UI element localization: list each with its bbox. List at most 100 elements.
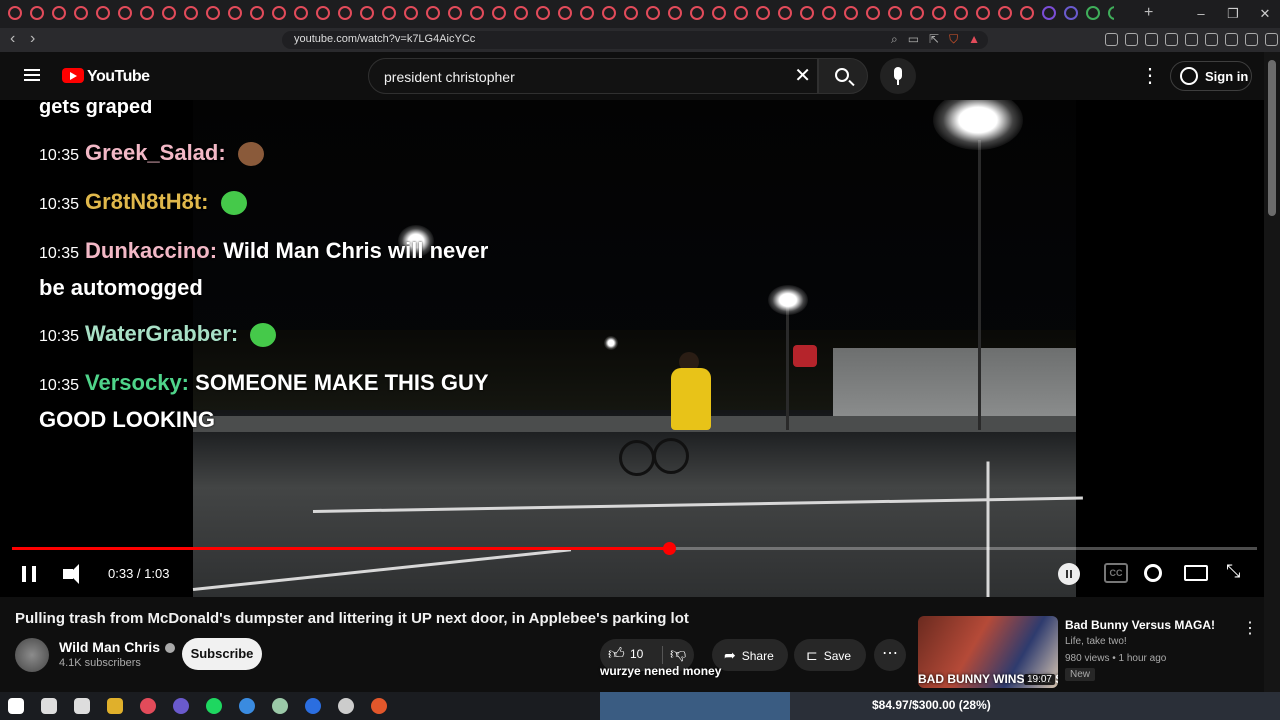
browser-menu-icon[interactable]: [1265, 33, 1278, 46]
browser-tab-favicon[interactable]: [756, 6, 770, 20]
browser-tab-favicon[interactable]: [206, 6, 220, 20]
browser-tab-favicon[interactable]: [844, 6, 858, 20]
autoplay-toggle[interactable]: [1058, 563, 1080, 585]
browser-tab-favicon[interactable]: [1064, 6, 1078, 20]
new-tab-button[interactable]: +: [1144, 4, 1153, 22]
dislike-icon[interactable]: 👎︎: [670, 645, 686, 664]
share-button[interactable]: ➦ Share: [712, 639, 788, 671]
browser-tab-favicon[interactable]: [228, 6, 242, 20]
address-bar[interactable]: youtube.com/watch?v=k7LG4AicYCc ⌕ ▭ ⇱ ⛉ …: [282, 31, 988, 49]
minimize-button[interactable]: –: [1186, 0, 1216, 28]
volume-icon[interactable]: [63, 564, 79, 584]
browser-tab-favicon[interactable]: [668, 6, 682, 20]
browser-tab-favicon[interactable]: [338, 6, 352, 20]
browser-tab-favicon[interactable]: [8, 6, 22, 20]
extension-icon[interactable]: [1145, 33, 1158, 46]
browser-tab-favicon[interactable]: [448, 6, 462, 20]
back-icon[interactable]: ‹: [10, 30, 15, 48]
menu-icon[interactable]: [24, 69, 40, 81]
browser-tab-favicon[interactable]: [52, 6, 66, 20]
channel-avatar[interactable]: [15, 638, 49, 672]
browser-tab-favicon[interactable]: [822, 6, 836, 20]
taskbar-app-icon[interactable]: [371, 698, 387, 714]
taskbar-app-icon[interactable]: [239, 698, 255, 714]
browser-tab-favicon[interactable]: [580, 6, 594, 20]
browser-tab-favicon[interactable]: [690, 6, 704, 20]
browser-tab-favicon[interactable]: [976, 6, 990, 20]
subscribe-button[interactable]: Subscribe: [182, 638, 262, 670]
browser-tab-favicon[interactable]: [1020, 6, 1034, 20]
browser-tab-favicon[interactable]: [30, 6, 44, 20]
captions-button[interactable]: CC: [1104, 563, 1128, 583]
browser-tab-favicon[interactable]: [1086, 6, 1100, 20]
taskbar-app-icon[interactable]: [272, 698, 288, 714]
browser-tab-favicon[interactable]: [998, 6, 1012, 20]
fullscreen-icon[interactable]: ⤡: [1226, 561, 1250, 581]
browser-tab-favicon[interactable]: [294, 6, 308, 20]
share-page-icon[interactable]: ⇱: [929, 32, 939, 47]
save-button[interactable]: ⊏ Save: [794, 639, 866, 671]
scrollbar-thumb[interactable]: [1268, 60, 1276, 216]
clear-search-icon[interactable]: ✕: [794, 63, 811, 88]
pause-icon[interactable]: [22, 566, 36, 582]
extension-icon[interactable]: [1105, 33, 1118, 46]
browser-tab-favicon[interactable]: [514, 6, 528, 20]
start-icon[interactable]: [8, 698, 24, 714]
browser-tab-favicon[interactable]: [1108, 6, 1114, 20]
extension-icon[interactable]: [1225, 33, 1238, 46]
recommendation-thumbnail[interactable]: BAD BUNNY WINS THE SUPERBOWL 19:07: [918, 616, 1058, 688]
taskbar-app-icon[interactable]: [107, 698, 123, 714]
taskbar-app-icon[interactable]: [140, 698, 156, 714]
channel-name-text[interactable]: Wild Man Chris: [59, 639, 160, 655]
extension-icon[interactable]: [1125, 33, 1138, 46]
browser-tab-favicon[interactable]: [96, 6, 110, 20]
recommendation-channel[interactable]: Life, take two!: [1065, 636, 1127, 647]
browser-tab-favicon[interactable]: [404, 6, 418, 20]
browser-tab-favicon[interactable]: [712, 6, 726, 20]
seek-bar[interactable]: [12, 542, 1257, 555]
extension-icon[interactable]: [1245, 33, 1258, 46]
browser-tab-favicon[interactable]: [118, 6, 132, 20]
browser-tab-favicon[interactable]: [162, 6, 176, 20]
browser-tab-favicon[interactable]: [624, 6, 638, 20]
youtube-wordmark[interactable]: YouTube: [87, 68, 150, 86]
theater-mode-icon[interactable]: [1184, 565, 1208, 581]
taskbar-app-icon[interactable]: [338, 698, 354, 714]
voice-search-icon[interactable]: [880, 58, 916, 94]
close-window-button[interactable]: ✕: [1250, 0, 1280, 28]
browser-tab-favicon[interactable]: [734, 6, 748, 20]
browser-tab-favicon[interactable]: [360, 6, 374, 20]
taskbar-app-icon[interactable]: [74, 698, 90, 714]
recommendation-menu-icon[interactable]: ⋮: [1242, 618, 1258, 638]
extension-icon[interactable]: [1185, 33, 1198, 46]
browser-tab-favicon[interactable]: [910, 6, 924, 20]
taskbar-app-icon[interactable]: [173, 698, 189, 714]
browser-tab-favicon[interactable]: [74, 6, 88, 20]
browser-tab-favicon[interactable]: [778, 6, 792, 20]
settings-menu-icon[interactable]: ⋮: [1140, 66, 1160, 86]
recommendation-title[interactable]: Bad Bunny Versus MAGA!: [1065, 618, 1215, 632]
sign-in-button[interactable]: Sign in: [1170, 61, 1252, 91]
browser-tab-favicon[interactable]: [1042, 6, 1056, 20]
browser-tab-favicon[interactable]: [426, 6, 440, 20]
browser-tab-favicon[interactable]: [382, 6, 396, 20]
youtube-logo-icon[interactable]: [62, 68, 84, 83]
browser-tab-favicon[interactable]: [888, 6, 902, 20]
rewards-icon[interactable]: ▲: [968, 32, 980, 47]
search-button[interactable]: [818, 58, 868, 94]
browser-tab-favicon[interactable]: [492, 6, 506, 20]
search-input[interactable]: president christopher ✕: [368, 58, 818, 94]
browser-tab-favicon[interactable]: [316, 6, 330, 20]
settings-gear-icon[interactable]: [1144, 564, 1162, 582]
taskbar-app-icon[interactable]: [41, 698, 57, 714]
like-icon[interactable]: 👍︎: [608, 645, 625, 664]
extension-icon[interactable]: [1205, 33, 1218, 46]
browser-tab-favicon[interactable]: [932, 6, 946, 20]
browser-tab-favicon[interactable]: [272, 6, 286, 20]
like-count[interactable]: 10: [630, 647, 643, 661]
more-actions-button[interactable]: ⋯: [874, 639, 906, 671]
channel-name[interactable]: Wild Man Chris: [59, 639, 175, 655]
cast-icon[interactable]: ▭: [908, 32, 919, 47]
brave-shield-icon[interactable]: ⛉: [949, 32, 958, 47]
taskbar-app-icon[interactable]: [206, 698, 222, 714]
